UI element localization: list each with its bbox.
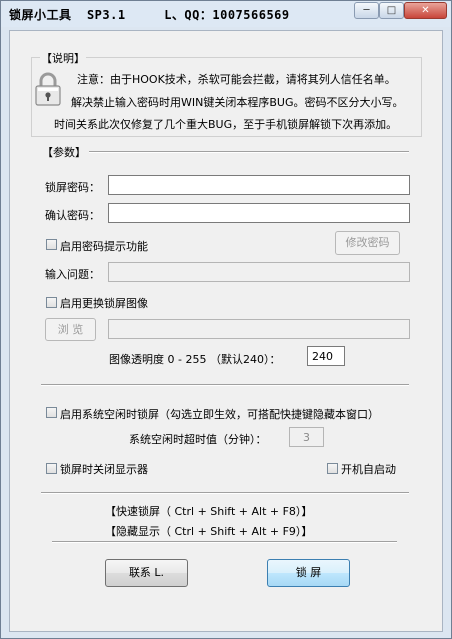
close-monitor-label[interactable]: 锁屏时关闭显示器 xyxy=(60,461,148,477)
idle-lock-checkbox[interactable] xyxy=(46,407,57,418)
close-monitor-checkbox[interactable] xyxy=(46,463,57,474)
close-icon: ✕ xyxy=(421,5,430,16)
image-path-input[interactable] xyxy=(108,319,410,339)
divider-3 xyxy=(52,541,397,543)
enable-hint-label[interactable]: 启用密码提示功能 xyxy=(60,238,148,254)
idle-lock-label[interactable]: 启用系统空闲时锁屏（勾选立即生效，可搭配快捷键隐藏本窗口） xyxy=(60,406,379,422)
info-header: 【说明】 xyxy=(40,50,86,66)
minimize-icon: ─ xyxy=(363,5,370,16)
lock-button[interactable]: 锁 屏 xyxy=(267,559,350,587)
info-line-1: 注意：由于HOOK技术，杀软可能会拦截，请将其列人信任名单。 xyxy=(77,73,396,86)
enable-image-checkbox[interactable] xyxy=(46,297,57,308)
title-bar[interactable]: 锁屏小工具 SP3.1 L、QQ：1007566569 ─ □ ✕ xyxy=(1,1,451,27)
hotkey-hide-show: 【隐藏显示（ Ctrl + Shift + Alt + F9）】 xyxy=(105,525,313,538)
app-window: 锁屏小工具 SP3.1 L、QQ：1007566569 ─ □ ✕ 【说明】 注… xyxy=(0,0,452,639)
question-label: 输入问题： xyxy=(45,268,100,281)
browse-button[interactable]: 浏 览 xyxy=(45,318,96,341)
divider-1 xyxy=(41,384,409,386)
hotkey-quick-lock: 【快速锁屏（ Ctrl + Shift + Alt + F8）】 xyxy=(105,505,313,518)
change-password-button[interactable]: 修改密码 xyxy=(335,231,400,255)
minimize-button[interactable]: ─ xyxy=(354,2,379,19)
params-header: 【参数】 xyxy=(41,144,87,160)
close-button[interactable]: ✕ xyxy=(404,2,447,19)
transparency-label: 图像透明度 0 - 255 （默认240）： xyxy=(109,353,281,366)
confirm-password-label: 确认密码： xyxy=(45,209,100,222)
lock-password-input[interactable] xyxy=(108,175,410,195)
info-line-2: 解决禁止输入密码时用WIN键关闭本程序BUG。密码不区分大小写。 xyxy=(71,96,404,109)
autostart-checkbox[interactable] xyxy=(327,463,338,474)
enable-hint-checkbox[interactable] xyxy=(46,239,57,250)
idle-timeout-label: 系统空闲时超时值（分钟）： xyxy=(129,433,267,446)
transparency-input[interactable] xyxy=(307,346,345,366)
divider-2 xyxy=(41,492,409,494)
window-title: 锁屏小工具 SP3.1 L、QQ：1007566569 xyxy=(9,8,290,22)
contact-button[interactable]: 联系 L. xyxy=(105,559,188,587)
lock-password-label: 锁屏密码： xyxy=(45,181,100,194)
confirm-password-input[interactable] xyxy=(108,203,410,223)
idle-timeout-input[interactable] xyxy=(289,427,324,447)
maximize-icon: □ xyxy=(386,5,397,16)
question-input[interactable] xyxy=(108,262,410,282)
padlock-icon xyxy=(35,72,61,106)
autostart-label[interactable]: 开机自启动 xyxy=(341,461,396,477)
params-divider xyxy=(89,151,409,153)
info-line-3: 时间关系此次仅修复了几个重大BUG，至于手机锁屏解锁下次再添加。 xyxy=(54,118,398,131)
enable-image-label[interactable]: 启用更换锁屏图像 xyxy=(60,295,148,311)
maximize-button[interactable]: □ xyxy=(379,2,404,19)
